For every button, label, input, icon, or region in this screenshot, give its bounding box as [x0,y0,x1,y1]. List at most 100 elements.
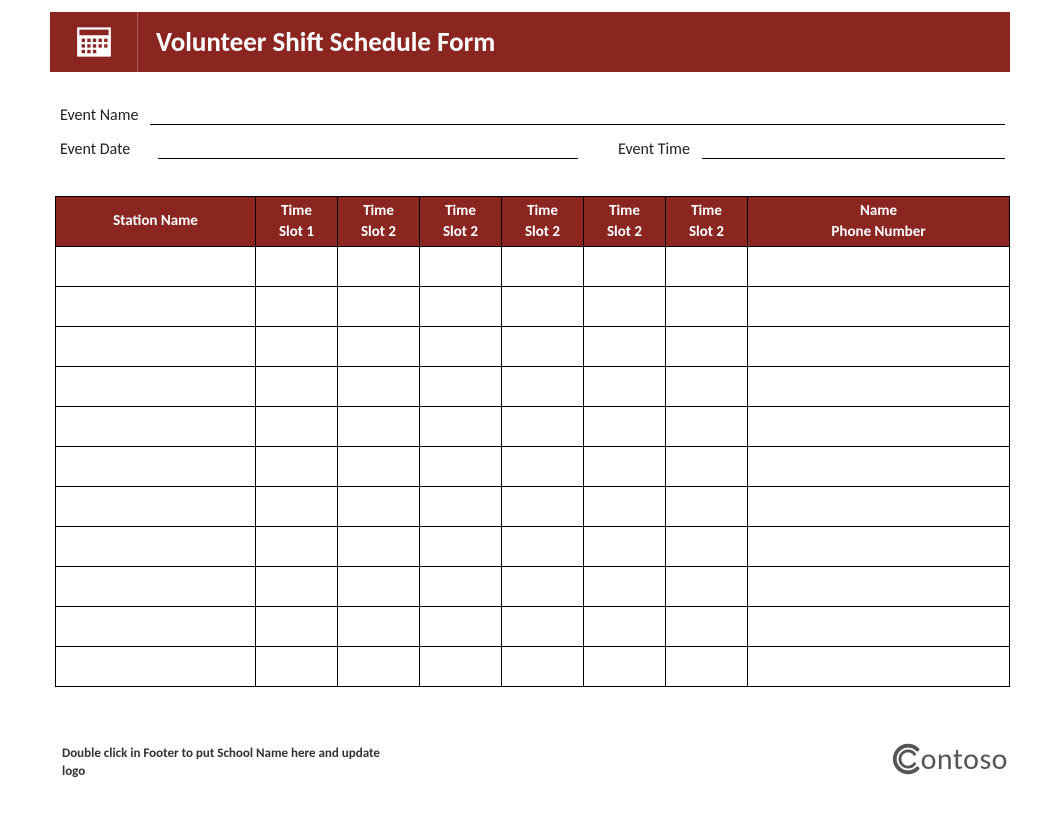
table-cell[interactable] [502,527,584,567]
table-cell[interactable] [420,247,502,287]
header-bar: Volunteer Shift Schedule Form [50,12,1010,72]
table-cell[interactable] [420,567,502,607]
table-cell[interactable] [56,567,256,607]
table-cell[interactable] [420,407,502,447]
table-cell[interactable] [56,527,256,567]
table-cell[interactable] [502,487,584,527]
table-cell[interactable] [338,327,420,367]
table-row [56,567,1010,607]
table-cell[interactable] [338,447,420,487]
table-cell[interactable] [584,327,666,367]
table-cell[interactable] [256,607,338,647]
table-cell[interactable] [666,327,748,367]
table-cell[interactable] [256,447,338,487]
table-cell[interactable] [584,447,666,487]
table-cell[interactable] [56,327,256,367]
table-cell[interactable] [748,327,1010,367]
table-cell[interactable] [666,247,748,287]
col-header-slot5: TimeSlot 2 [584,197,666,247]
table-cell[interactable] [338,247,420,287]
table-cell[interactable] [584,287,666,327]
table-cell[interactable] [420,327,502,367]
table-cell[interactable] [420,607,502,647]
table-cell[interactable] [502,567,584,607]
table-cell[interactable] [584,527,666,567]
table-cell[interactable] [748,487,1010,527]
table-cell[interactable] [748,447,1010,487]
table-cell[interactable] [420,287,502,327]
table-cell[interactable] [338,647,420,687]
table-cell[interactable] [748,647,1010,687]
table-cell[interactable] [56,247,256,287]
table-cell[interactable] [748,567,1010,607]
table-cell[interactable] [502,407,584,447]
table-cell[interactable] [666,527,748,567]
table-cell[interactable] [56,447,256,487]
table-cell[interactable] [502,247,584,287]
table-cell[interactable] [748,607,1010,647]
table-cell[interactable] [584,247,666,287]
event-name-input[interactable] [150,105,1005,125]
table-cell[interactable] [56,287,256,327]
table-cell[interactable] [666,647,748,687]
table-cell[interactable] [748,247,1010,287]
table-cell[interactable] [666,407,748,447]
table-cell[interactable] [256,327,338,367]
table-cell[interactable] [338,487,420,527]
table-cell[interactable] [748,287,1010,327]
table-cell[interactable] [584,647,666,687]
table-cell[interactable] [56,647,256,687]
table-cell[interactable] [338,367,420,407]
table-cell[interactable] [256,407,338,447]
table-cell[interactable] [420,487,502,527]
table-cell[interactable] [338,567,420,607]
table-cell[interactable] [666,447,748,487]
table-cell[interactable] [338,527,420,567]
col-header-slot6: TimeSlot 2 [666,197,748,247]
table-cell[interactable] [338,287,420,327]
event-date-input[interactable] [158,139,578,159]
table-cell[interactable] [666,607,748,647]
table-cell[interactable] [502,607,584,647]
table-cell[interactable] [338,407,420,447]
table-cell[interactable] [748,407,1010,447]
table-cell[interactable] [666,287,748,327]
table-cell[interactable] [256,527,338,567]
table-cell[interactable] [256,487,338,527]
table-cell[interactable] [56,487,256,527]
table-cell[interactable] [256,287,338,327]
table-cell[interactable] [56,607,256,647]
table-cell[interactable] [502,447,584,487]
table-cell[interactable] [420,647,502,687]
footer-note[interactable]: Double click in Footer to put School Nam… [62,745,382,780]
table-cell[interactable] [256,567,338,607]
table-cell[interactable] [666,487,748,527]
table-cell[interactable] [420,367,502,407]
table-cell[interactable] [56,407,256,447]
table-cell[interactable] [666,567,748,607]
table-cell[interactable] [502,287,584,327]
event-date-time-row: Event Date Event Time [60,139,1005,159]
table-row [56,407,1010,447]
table-cell[interactable] [584,567,666,607]
col-header-slot1: TimeSlot 1 [256,197,338,247]
table-cell[interactable] [748,527,1010,567]
table-cell[interactable] [584,367,666,407]
table-cell[interactable] [420,527,502,567]
table-cell[interactable] [502,647,584,687]
table-cell[interactable] [338,607,420,647]
table-cell[interactable] [666,367,748,407]
table-cell[interactable] [56,367,256,407]
table-cell[interactable] [584,407,666,447]
table-cell[interactable] [584,607,666,647]
table-cell[interactable] [256,367,338,407]
table-cell[interactable] [502,327,584,367]
table-cell[interactable] [584,487,666,527]
table-cell[interactable] [256,647,338,687]
table-row [56,327,1010,367]
table-cell[interactable] [748,367,1010,407]
table-cell[interactable] [502,367,584,407]
event-time-input[interactable] [702,139,1005,159]
table-cell[interactable] [256,247,338,287]
table-cell[interactable] [420,447,502,487]
